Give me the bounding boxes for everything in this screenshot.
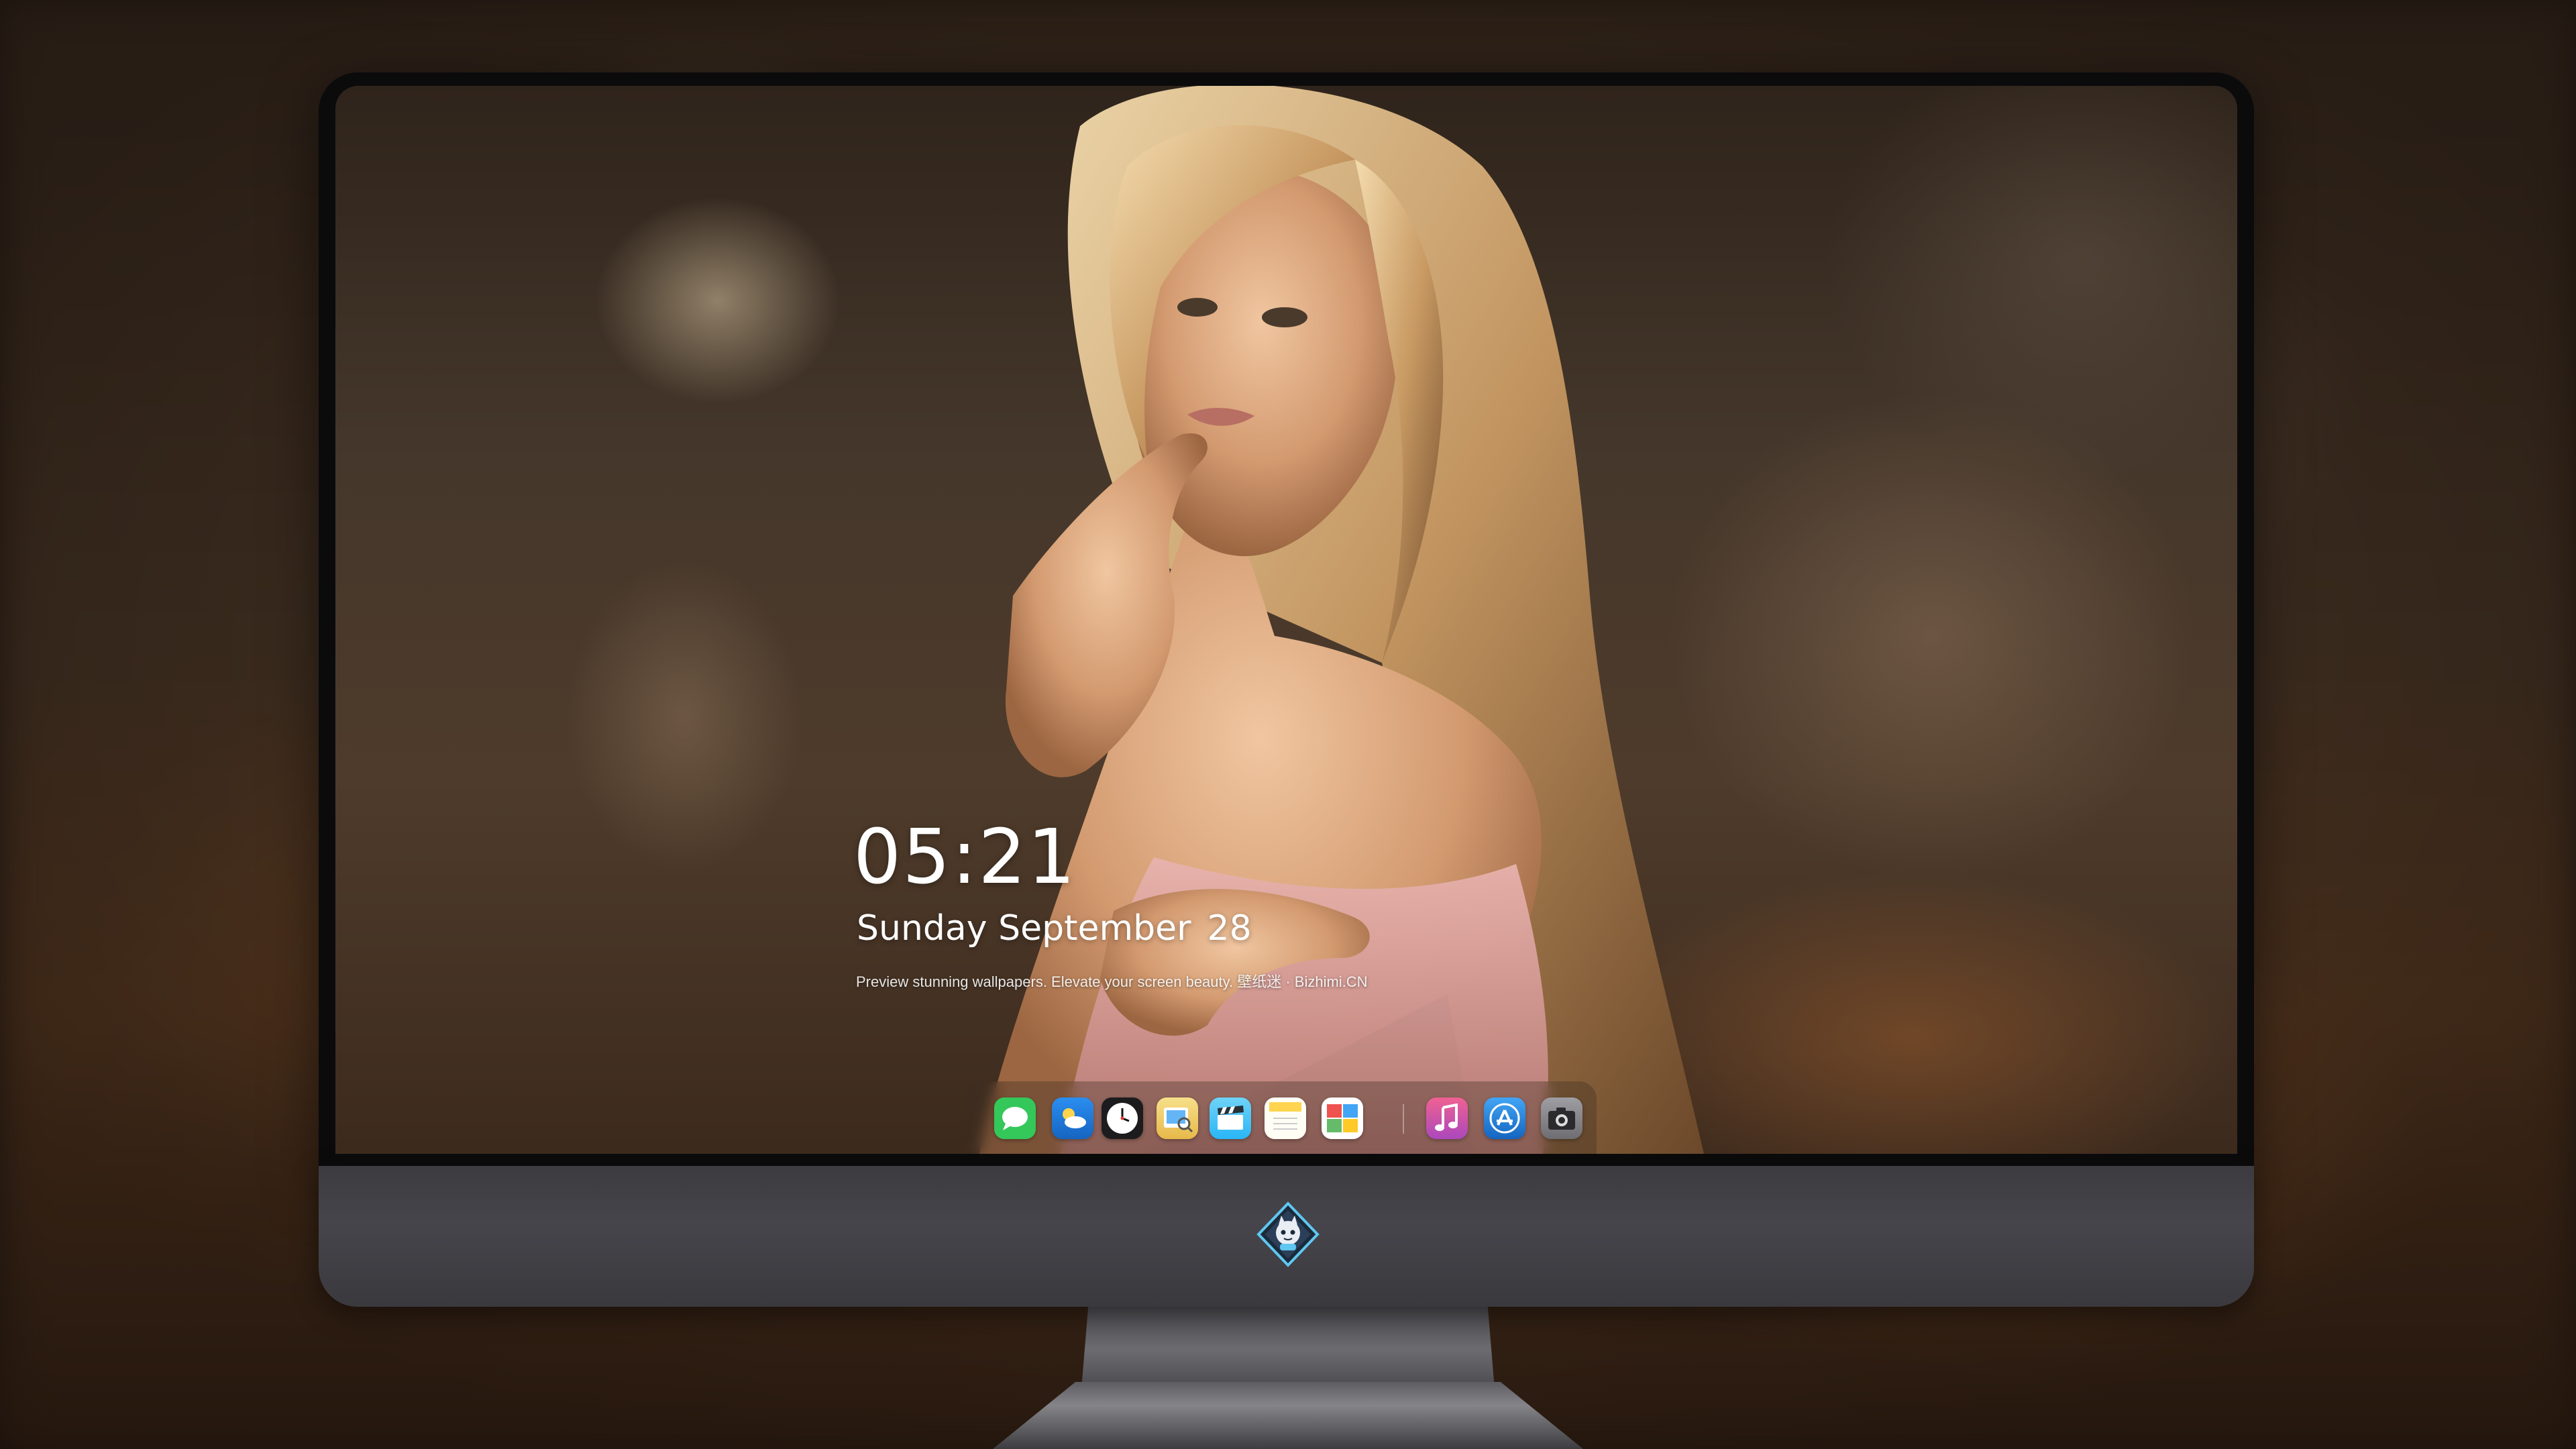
lock-screen-date: Sunday September 28 <box>857 908 1252 949</box>
notes-icon[interactable] <box>1265 1097 1306 1139</box>
music-icon[interactable] <box>1426 1097 1468 1139</box>
messages-icon[interactable] <box>994 1097 1036 1139</box>
lock-screen: 05:21 Sunday September 28 Preview stunnin… <box>335 86 2237 1154</box>
brand-logo-icon <box>1256 1201 1320 1267</box>
wallpaper-tagline: Preview stunning wallpapers. Elevate you… <box>856 973 1368 990</box>
dock-separator <box>1403 1104 1404 1134</box>
weather-icon[interactable] <box>1052 1097 1093 1139</box>
video-clapper-icon[interactable] <box>1210 1097 1251 1139</box>
preview-icon[interactable] <box>1157 1097 1198 1139</box>
date-weekday-month: Sunday September <box>857 908 1191 949</box>
lock-screen-time: 05:21 <box>853 814 1077 901</box>
photo-gallery-icon[interactable] <box>1322 1097 1363 1139</box>
app-store-icon[interactable] <box>1484 1097 1525 1139</box>
monitor-stand-base <box>993 1382 1583 1449</box>
date-day: 28 <box>1207 908 1252 949</box>
clock-icon[interactable] <box>1102 1097 1143 1139</box>
camera-icon[interactable] <box>1541 1097 1582 1139</box>
wallpaper-image <box>979 86 1704 1154</box>
